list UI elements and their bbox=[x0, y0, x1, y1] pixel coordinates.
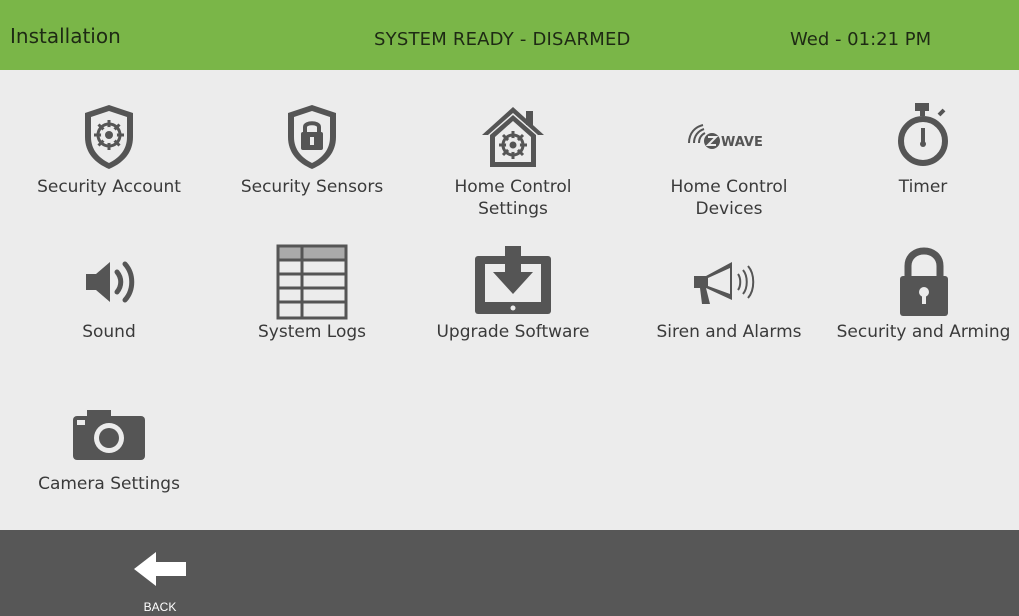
tile-home-control-settings[interactable]: Home Control Settings bbox=[418, 98, 608, 220]
tile-upgrade-software[interactable]: Upgrade Software bbox=[418, 243, 608, 343]
top-status-bar: Installation SYSTEM READY - DISARMED Wed… bbox=[0, 0, 1019, 70]
stopwatch-icon bbox=[828, 98, 1018, 176]
tile-security-sensors[interactable]: Security Sensors bbox=[217, 98, 407, 198]
bottom-nav-bar: BACK bbox=[0, 530, 1019, 616]
download-tablet-icon bbox=[418, 243, 608, 321]
padlock-icon bbox=[828, 243, 1019, 321]
tile-sound[interactable]: Sound bbox=[14, 243, 204, 343]
clock: Wed - 01:21 PM bbox=[790, 29, 932, 50]
back-button[interactable]: BACK bbox=[120, 550, 200, 614]
back-label: BACK bbox=[143, 600, 177, 614]
zwave-logo-text: WAVE bbox=[721, 135, 763, 150]
speaker-icon bbox=[14, 243, 204, 321]
tile-label: Security and Arming bbox=[836, 322, 1011, 342]
camera-icon bbox=[14, 395, 204, 473]
tile-label: Security Account bbox=[37, 177, 181, 197]
tile-system-logs[interactable]: System Logs bbox=[217, 243, 407, 343]
tile-security-and-arming[interactable]: Security and Arming bbox=[828, 243, 1019, 343]
tile-label: Home Control Devices bbox=[670, 177, 788, 219]
system-status: SYSTEM READY - DISARMED bbox=[374, 29, 631, 50]
tile-label: Sound bbox=[82, 322, 136, 342]
settings-grid: Security Account Security Sensors Home C… bbox=[0, 70, 1019, 530]
tile-label: Camera Settings bbox=[38, 474, 180, 494]
tile-label: Timer bbox=[898, 177, 948, 197]
tile-security-account[interactable]: Security Account bbox=[14, 98, 204, 198]
shield-lock-icon bbox=[217, 98, 407, 176]
tile-label: Siren and Alarms bbox=[656, 322, 802, 342]
house-gear-icon bbox=[418, 98, 608, 176]
shield-gear-icon bbox=[14, 98, 204, 176]
page-title: Installation bbox=[10, 24, 121, 48]
tile-siren-and-alarms[interactable]: Siren and Alarms bbox=[634, 243, 824, 343]
megaphone-icon bbox=[634, 243, 824, 321]
tile-timer[interactable]: Timer bbox=[828, 98, 1018, 198]
tile-camera-settings[interactable]: Camera Settings bbox=[14, 395, 204, 495]
tile-label: Security Sensors bbox=[240, 177, 384, 197]
arrow-left-icon bbox=[134, 552, 186, 586]
zwave-icon: WAVE bbox=[634, 98, 824, 176]
log-table-icon bbox=[217, 243, 407, 321]
tile-label: Home Control Settings bbox=[454, 177, 572, 219]
tile-label: System Logs bbox=[257, 322, 367, 342]
tile-home-control-devices[interactable]: WAVE Home Control Devices bbox=[634, 98, 824, 220]
tile-label: Upgrade Software bbox=[436, 322, 590, 342]
